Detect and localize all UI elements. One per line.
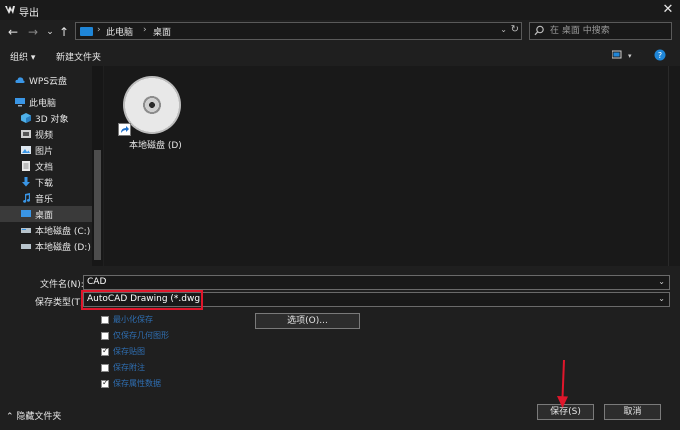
sidebar-item-label: 3D 对象 xyxy=(35,115,69,125)
filetype-label: 保存类型(T): xyxy=(35,298,87,308)
recent-locations-dropdown[interactable]: ⌄ xyxy=(43,25,57,39)
organize-menu[interactable]: 组织 ▾ xyxy=(10,50,35,63)
drive-icon xyxy=(21,228,31,233)
chevron-down-icon[interactable]: ⌄ xyxy=(658,294,665,303)
sidebar-scrollbar-thumb[interactable] xyxy=(94,150,101,260)
shortcut-arrow-icon xyxy=(118,123,131,136)
title-bar: 导出 ✕ xyxy=(0,0,680,20)
checkbox-save-attributes[interactable] xyxy=(101,378,109,388)
address-bar[interactable]: › 此电脑 › 桌面 ⌄ ↻ xyxy=(75,22,522,40)
chevron-down-icon[interactable]: ⌄ xyxy=(658,277,665,286)
sidebar-item-label: WPS云盘 xyxy=(29,77,68,87)
new-folder-button[interactable]: 新建文件夹 xyxy=(56,50,101,63)
sidebar-item-label: 桌面 xyxy=(35,211,54,221)
sidebar-item-pictures[interactable]: 图片 xyxy=(0,142,92,158)
sidebar-item-3d-objects[interactable]: 3D 对象 xyxy=(0,110,92,126)
checkbox-save-notes[interactable] xyxy=(101,364,109,372)
file-list-area xyxy=(104,66,680,266)
options-button[interactable]: 选项(O)... xyxy=(255,313,360,329)
sidebar-item-label: 本地磁盘 (C:) xyxy=(35,227,91,237)
highlight-annotation xyxy=(81,290,203,310)
help-icon[interactable]: ? xyxy=(654,49,666,61)
document-icon xyxy=(22,161,30,171)
app-logo-icon xyxy=(5,6,15,14)
checkbox-geometry-only[interactable] xyxy=(101,332,109,340)
svg-text:?: ? xyxy=(658,51,662,60)
refresh-icon[interactable]: ↻ xyxy=(511,24,519,35)
sidebar-item-desktop[interactable]: 桌面 xyxy=(0,206,92,222)
cube-icon xyxy=(21,113,31,123)
content-scrollbar[interactable] xyxy=(668,66,680,266)
address-dropdown-icon[interactable]: ⌄ xyxy=(500,25,507,34)
checkbox-label: 保存附注 xyxy=(113,363,145,372)
sidebar-item-label: 下载 xyxy=(35,179,54,189)
sidebar-item-drive-d[interactable]: 本地磁盘 (D:) xyxy=(0,238,92,254)
view-dropdown-icon[interactable]: ▾ xyxy=(628,52,632,60)
search-box[interactable] xyxy=(529,22,672,40)
search-input[interactable] xyxy=(550,24,668,38)
breadcrumb-desktop[interactable]: 桌面 xyxy=(153,25,171,38)
cancel-button[interactable]: 取消 xyxy=(604,404,661,420)
filename-value: CAD xyxy=(87,277,107,287)
sidebar-item-wps-cloud[interactable]: WPS云盘 xyxy=(0,72,92,88)
sidebar-item-documents[interactable]: 文档 xyxy=(0,158,92,174)
sidebar-item-music[interactable]: 音乐 xyxy=(0,190,92,206)
checkbox-label: 保存属性数据 xyxy=(113,379,161,388)
sidebar-item-label: 本地磁盘 (D:) xyxy=(35,243,91,253)
desktop-icon xyxy=(21,210,31,217)
checkbox-label: 最小化保存 xyxy=(113,315,153,324)
drive-icon xyxy=(21,244,31,249)
computer-icon xyxy=(80,27,93,36)
search-icon xyxy=(534,25,544,36)
sidebar-item-label: 此电脑 xyxy=(29,99,57,109)
window-title: 导出 xyxy=(19,8,39,19)
sidebar-item-label: 视频 xyxy=(35,131,54,141)
drive-d-label[interactable]: 本地磁盘 (D) xyxy=(129,138,182,151)
toolbar: 组织 ▾ 新建文件夹 ▾ ? xyxy=(0,46,680,64)
forward-button[interactable]: → xyxy=(26,25,40,39)
breadcrumb-separator: › xyxy=(143,25,147,35)
sidebar-item-label: 图片 xyxy=(35,147,54,157)
checkbox-minimize-save[interactable] xyxy=(101,316,109,324)
view-options-icon[interactable] xyxy=(612,50,624,60)
sidebar-item-drive-c[interactable]: 本地磁盘 (C:) xyxy=(0,222,92,238)
disc-drive-icon[interactable] xyxy=(123,76,181,134)
download-icon xyxy=(22,177,30,187)
sidebar-item-this-pc[interactable]: 此电脑 xyxy=(0,94,92,110)
cloud-icon xyxy=(15,77,25,83)
picture-icon xyxy=(21,146,31,154)
sidebar-item-label: 文档 xyxy=(35,163,54,173)
back-button[interactable]: ← xyxy=(6,25,20,39)
checkbox-label: 保存贴图 xyxy=(113,347,145,356)
checkbox-save-textures[interactable] xyxy=(101,346,109,356)
computer-icon xyxy=(15,98,25,107)
up-button[interactable]: ↑ xyxy=(57,25,71,39)
red-arrow-annotation xyxy=(557,360,568,408)
filename-input[interactable]: CAD ⌄ xyxy=(83,275,670,290)
navigation-pane: WPS云盘 此电脑 3D 对象 视频 图片 文档 下载 音乐 桌面 本地磁盘 (… xyxy=(0,66,104,266)
video-icon xyxy=(21,130,31,138)
sidebar-item-videos[interactable]: 视频 xyxy=(0,126,92,142)
filename-label: 文件名(N): xyxy=(40,280,84,290)
sidebar-item-downloads[interactable]: 下载 xyxy=(0,174,92,190)
breadcrumb-this-pc[interactable]: 此电脑 xyxy=(106,25,133,38)
checkbox-label: 仅保存几何图形 xyxy=(113,331,169,340)
close-button[interactable]: ✕ xyxy=(656,0,680,20)
breadcrumb-separator: › xyxy=(97,25,101,35)
music-icon xyxy=(23,193,31,203)
sidebar-item-label: 音乐 xyxy=(35,195,54,205)
hide-folders-toggle[interactable]: ⌃ 隐藏文件夹 xyxy=(6,409,61,422)
